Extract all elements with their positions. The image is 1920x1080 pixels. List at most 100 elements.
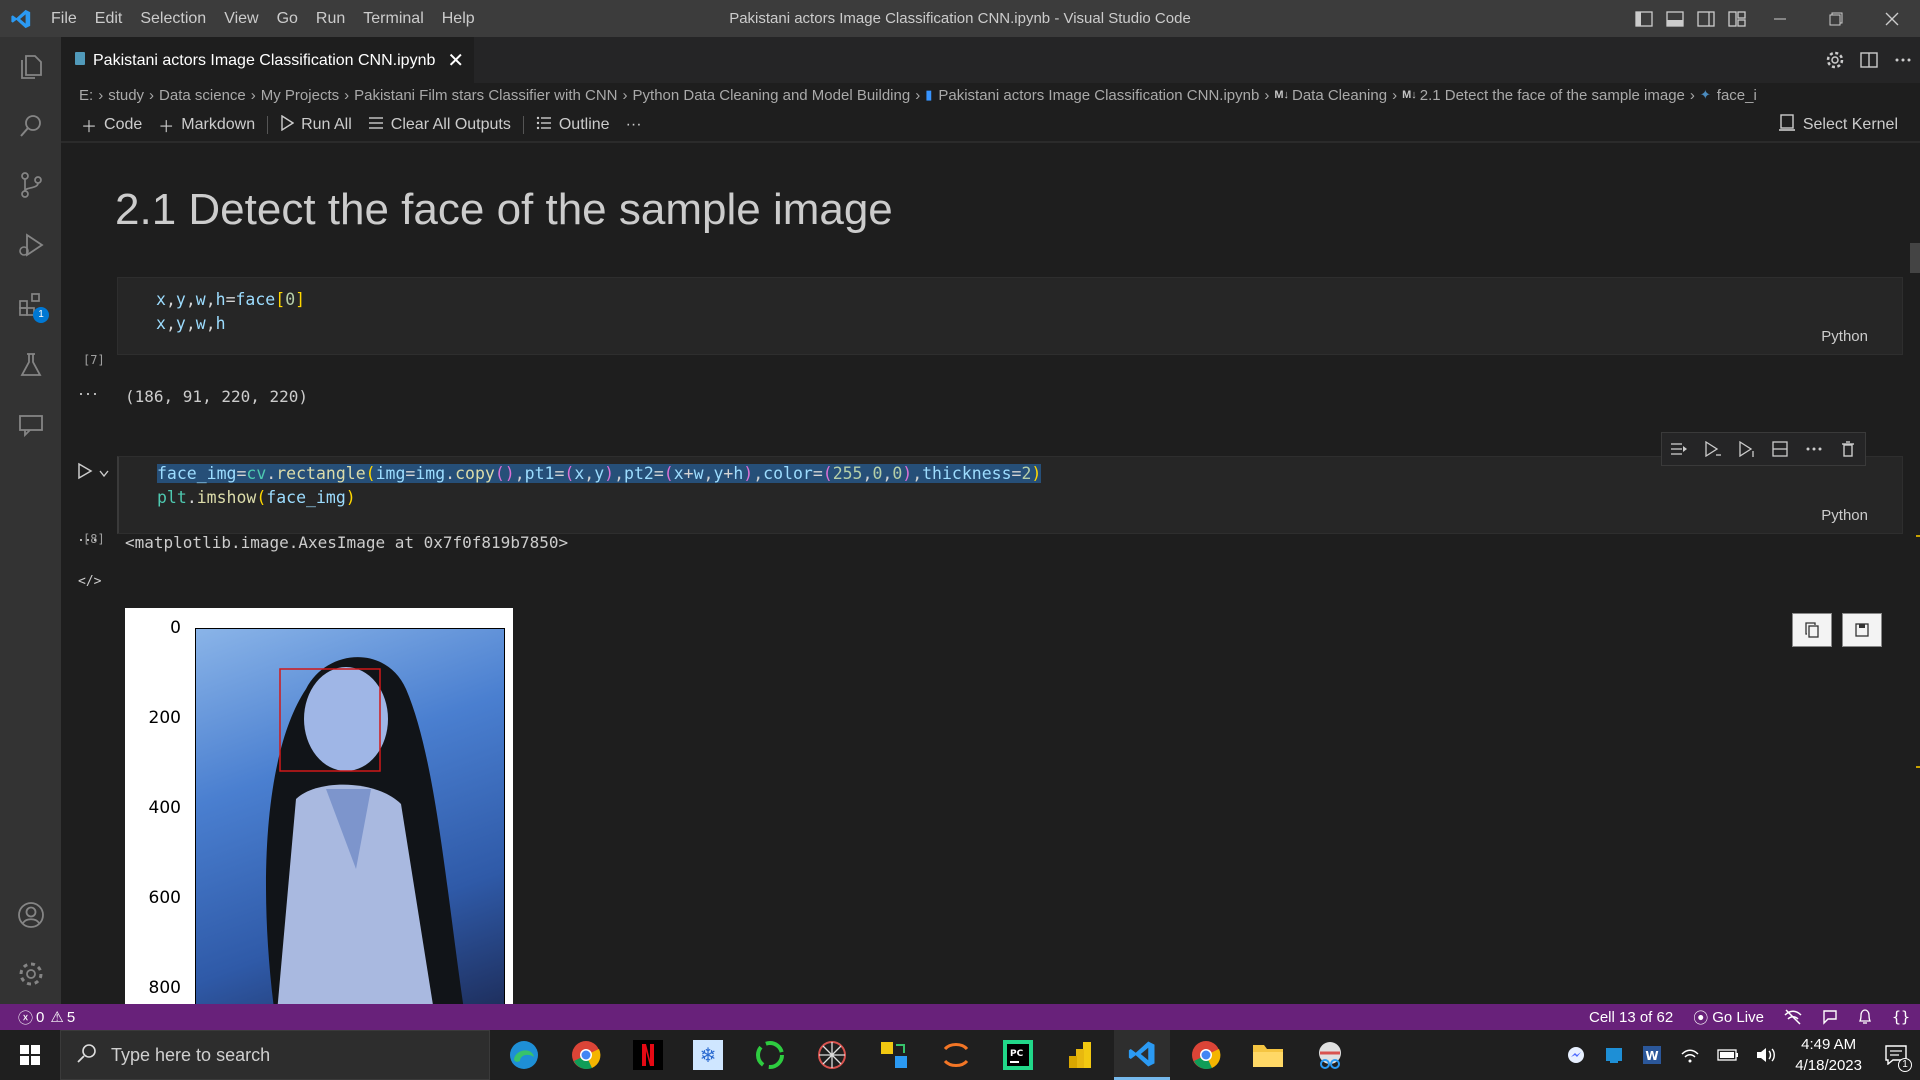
extensions-icon[interactable]: 1 (0, 280, 61, 330)
taskbar-clock[interactable]: 4:49 AM 4/18/2023 (1785, 1034, 1872, 1076)
snipping-tool-icon[interactable] (1302, 1030, 1358, 1080)
breadcrumb-section-detect-face[interactable]: 2.1 Detect the face of the sample image (1420, 87, 1685, 104)
split-cell-icon[interactable] (1765, 434, 1795, 464)
cell-language-label[interactable]: Python (1821, 328, 1868, 345)
add-code-cell-button[interactable]: ＋ Code (73, 109, 150, 141)
go-live-button[interactable]: ⦿ Go Live (1683, 1007, 1774, 1028)
run-cell-icon[interactable] (77, 462, 93, 485)
execute-above-icon[interactable] (1664, 434, 1694, 464)
minimize-icon[interactable] (1752, 0, 1808, 37)
notifications-bell-icon[interactable] (1848, 1009, 1882, 1025)
sync-app-icon[interactable] (866, 1030, 922, 1080)
windows-start-icon[interactable] (0, 1030, 60, 1080)
more-actions-icon[interactable] (1886, 37, 1920, 83)
menu-selection[interactable]: Selection (131, 0, 215, 37)
code-editor[interactable]: face_img=cv.rectangle(img=img.copy(),pt1… (157, 462, 1042, 510)
close-window-icon[interactable] (1864, 0, 1920, 37)
add-markdown-cell-button[interactable]: ＋ Markdown (150, 109, 263, 141)
copy-output-icon[interactable] (1792, 613, 1832, 647)
notebook-settings-gear-icon[interactable] (1818, 37, 1852, 83)
menu-view[interactable]: View (215, 0, 267, 37)
braces-icon[interactable]: {} (1882, 1008, 1920, 1026)
output-more-icon[interactable]: ··· (78, 383, 99, 404)
wifi-icon[interactable] (1671, 1030, 1709, 1080)
toggle-panel-icon[interactable] (1659, 0, 1690, 37)
toggle-secondary-sidebar-icon[interactable] (1690, 0, 1721, 37)
output-more-icon[interactable]: ··· (78, 529, 99, 550)
code-editor[interactable]: x,y,w,h=face[0] x,y,w,h (156, 288, 305, 336)
cell-position[interactable]: Cell 13 of 62 (1579, 1009, 1683, 1026)
run-all-button[interactable]: Run All (272, 109, 360, 141)
testing-icon[interactable] (0, 340, 61, 390)
notifications-icon[interactable]: 1 (1872, 1030, 1920, 1080)
code-cell-8[interactable]: face_img=cv.rectangle(img=img.copy(),pt1… (117, 456, 1903, 534)
toggle-primary-sidebar-icon[interactable] (1628, 0, 1659, 37)
pycharm-icon[interactable]: PC (990, 1030, 1046, 1080)
breadcrumb-drive[interactable]: E: (79, 87, 93, 104)
battery-icon[interactable] (1709, 1030, 1747, 1080)
vscode-taskbar-icon[interactable] (1114, 1030, 1170, 1080)
matplotlib-image-output: 0 200 400 600 800 (125, 608, 513, 1004)
app-tray-icon[interactable] (1595, 1030, 1633, 1080)
notebook-file-icon (75, 51, 85, 70)
save-output-icon[interactable] (1842, 613, 1882, 647)
tab-notebook[interactable]: Pakistani actors Image Classification CN… (61, 37, 474, 83)
cell-language-label[interactable]: Python (1821, 507, 1868, 524)
toolbar-more-button[interactable]: ··· (618, 109, 650, 141)
power-bi-icon[interactable] (1052, 1030, 1108, 1080)
cell-more-actions-icon[interactable] (1799, 434, 1829, 464)
netflix-icon[interactable] (620, 1030, 676, 1080)
edge-icon[interactable] (496, 1030, 552, 1080)
delete-cell-icon[interactable] (1833, 434, 1863, 464)
remote-explorer-icon[interactable] (0, 400, 61, 450)
chrome-profile-icon[interactable] (1178, 1030, 1234, 1080)
menu-help[interactable]: Help (433, 0, 484, 37)
jupyter-icon[interactable] (928, 1030, 984, 1080)
problems-status[interactable]: ⓧ 0 ⚠ 5 (0, 1007, 75, 1028)
breadcrumb-study[interactable]: study (108, 87, 144, 104)
breadcrumb-my-projects[interactable]: My Projects (261, 87, 339, 104)
file-explorer-icon[interactable] (1240, 1030, 1296, 1080)
breadcrumb-file[interactable]: Pakistani actors Image Classification CN… (938, 87, 1259, 104)
spider-app-icon[interactable] (804, 1030, 860, 1080)
explorer-icon[interactable] (0, 42, 61, 92)
menu-terminal[interactable]: Terminal (354, 0, 432, 37)
execute-below-icon[interactable] (1732, 434, 1762, 464)
outline-button[interactable]: Outline (528, 109, 618, 141)
split-editor-icon[interactable] (1852, 37, 1886, 83)
menu-go[interactable]: Go (268, 0, 307, 37)
run-and-debug-icon[interactable] (0, 220, 61, 270)
menu-edit[interactable]: Edit (86, 0, 132, 37)
menu-run[interactable]: Run (307, 0, 354, 37)
vscode-window: File Edit Selection View Go Run Terminal… (0, 0, 1920, 1080)
breadcrumb-project[interactable]: Pakistani Film stars Classifier with CNN (354, 87, 617, 104)
close-tab-icon[interactable]: ✕ (447, 48, 464, 73)
breadcrumb-section-data-cleaning[interactable]: Data Cleaning (1292, 87, 1387, 104)
select-kernel-button[interactable]: Select Kernel (1778, 109, 1898, 141)
execute-cell-and-below-icon[interactable] (1698, 434, 1728, 464)
output-mimetype-icon[interactable]: </> (78, 574, 101, 589)
clear-all-outputs-button[interactable]: Clear All Outputs (360, 109, 519, 141)
chevron-down-icon[interactable] (99, 465, 109, 483)
customize-layout-icon[interactable] (1721, 0, 1752, 37)
breadcrumb-symbol[interactable]: face_i (1717, 87, 1757, 104)
search-icon[interactable] (0, 101, 61, 151)
snowflake-app-icon[interactable]: ❄ (680, 1030, 736, 1080)
breadcrumb-folder[interactable]: Python Data Cleaning and Model Building (633, 87, 911, 104)
breadcrumb-data-science[interactable]: Data science (159, 87, 246, 104)
no-network-icon[interactable] (1774, 1009, 1812, 1025)
settings-gear-icon[interactable] (0, 949, 61, 999)
restore-icon[interactable] (1808, 0, 1864, 37)
volume-icon[interactable] (1747, 1030, 1785, 1080)
taskbar-search-box[interactable]: Type here to search (60, 1030, 490, 1080)
menu-file[interactable]: File (42, 0, 86, 37)
word-tray-icon[interactable]: W (1633, 1030, 1671, 1080)
feedback-icon[interactable] (1812, 1009, 1848, 1025)
source-control-icon[interactable] (0, 160, 61, 210)
accounts-icon[interactable] (0, 890, 61, 940)
chrome-icon[interactable] (558, 1030, 614, 1080)
circle-app-icon[interactable] (742, 1030, 798, 1080)
scrollbar-thumb[interactable] (1910, 243, 1920, 273)
code-cell-7[interactable]: x,y,w,h=face[0] x,y,w,h Python (117, 277, 1903, 355)
messenger-tray-icon[interactable] (1557, 1030, 1595, 1080)
